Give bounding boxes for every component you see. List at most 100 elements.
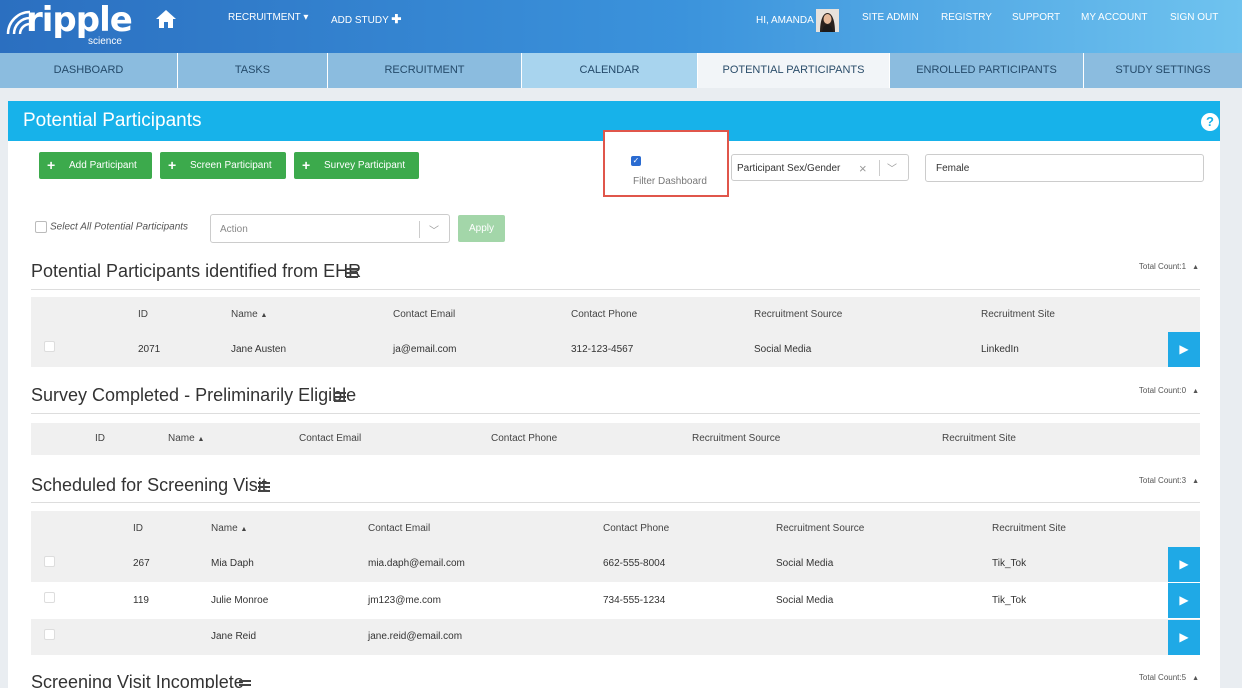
cell-name: Mia Daph <box>211 558 254 569</box>
ripple-logo[interactable]: ripple science <box>4 0 133 48</box>
col-name[interactable]: Name ▲ <box>211 523 247 534</box>
tab-dashboard[interactable]: DASHBOARD <box>0 53 178 88</box>
caret-up-icon: ▲ <box>1192 388 1199 395</box>
total-count[interactable]: Total Count:3 ▲ <box>1139 476 1199 485</box>
col-recruitment-site[interactable]: Recruitment Site <box>942 433 1016 444</box>
cell-email: jane.reid@email.com <box>368 631 463 642</box>
chevron-right-icon[interactable]: ▶ <box>1168 332 1200 367</box>
nav-my-account[interactable]: MY ACCOUNT <box>1081 12 1148 23</box>
home-icon[interactable] <box>154 8 178 30</box>
col-contact-email[interactable]: Contact Email <box>299 433 361 444</box>
nav-registry[interactable]: REGISTRY <box>941 12 992 23</box>
table-row[interactable]: 267 Mia Daph mia.daph@email.com 662-555-… <box>31 546 1200 582</box>
tab-calendar[interactable]: CALENDAR <box>522 53 698 88</box>
table-row[interactable]: 2071 Jane Austen ja@email.com 312-123-45… <box>31 332 1200 367</box>
cell-phone: 734-555-1234 <box>603 595 666 606</box>
tab-enrolled-participants[interactable]: ENROLLED PARTICIPANTS <box>890 53 1084 88</box>
col-recruitment-site[interactable]: Recruitment Site <box>992 523 1066 534</box>
divider <box>31 502 1200 503</box>
avatar[interactable] <box>816 9 839 32</box>
col-contact-phone[interactable]: Contact Phone <box>571 309 637 320</box>
list-icon[interactable] <box>334 392 346 402</box>
total-count[interactable]: Total Count:1 ▲ <box>1139 262 1199 271</box>
clear-icon[interactable]: × <box>859 161 867 176</box>
cell-name: Julie Monroe <box>211 595 269 606</box>
help-icon[interactable]: ? <box>1201 113 1219 131</box>
table-row[interactable]: Jane Reid jane.reid@email.com ▶ <box>31 619 1200 655</box>
col-name-label: Name <box>231 309 258 320</box>
col-recruitment-source[interactable]: Recruitment Source <box>754 309 842 320</box>
tab-potential-participants[interactable]: POTENTIAL PARTICIPANTS <box>698 53 890 88</box>
chevron-down-icon[interactable]: ﹀ <box>887 160 897 175</box>
chevron-right-icon[interactable]: ▶ <box>1168 620 1200 655</box>
filter-dashboard-label: Filter Dashboard <box>633 176 707 187</box>
col-id[interactable]: ID <box>138 309 148 320</box>
row-checkbox[interactable] <box>44 341 55 352</box>
col-contact-email[interactable]: Contact Email <box>368 523 430 534</box>
add-participant-button[interactable]: + Add Participant <box>39 152 152 179</box>
caret-up-icon: ▲ <box>1192 675 1199 682</box>
survey-participant-button[interactable]: + Survey Participant <box>294 152 419 179</box>
chevron-right-icon[interactable]: ▶ <box>1168 583 1200 618</box>
cell-phone: 662-555-8004 <box>603 558 666 569</box>
user-greeting: HI, AMANDA <box>756 15 814 26</box>
nav-sign-out[interactable]: SIGN OUT <box>1170 12 1218 23</box>
col-id[interactable]: ID <box>95 433 105 444</box>
row-checkbox[interactable] <box>44 629 55 640</box>
tab-tasks[interactable]: TASKS <box>178 53 328 88</box>
select-all-checkbox[interactable]: Select All Potential Participants <box>35 221 188 233</box>
cell-email: ja@email.com <box>393 344 457 355</box>
cell-source: Social Media <box>754 344 812 355</box>
col-recruitment-site[interactable]: Recruitment Site <box>981 309 1055 320</box>
cell-source: Social Media <box>776 558 834 569</box>
apply-button[interactable]: Apply <box>458 215 505 242</box>
chevron-right-icon[interactable]: ▶ <box>1168 547 1200 582</box>
total-count[interactable]: Total Count:0 ▲ <box>1139 386 1199 395</box>
caret-up-icon: ▲ <box>1192 478 1199 485</box>
total-count[interactable]: Total Count:5 ▲ <box>1139 673 1199 682</box>
filter-value-text: Female <box>936 163 970 174</box>
col-recruitment-source[interactable]: Recruitment Source <box>776 523 864 534</box>
section-title: Potential Participants identified from E… <box>31 261 362 281</box>
col-name[interactable]: Name ▲ <box>168 433 204 444</box>
nav-recruitment-dropdown[interactable]: RECRUITMENT ▾ <box>228 12 308 23</box>
nav-site-admin[interactable]: SITE ADMIN <box>862 12 919 23</box>
checkbox-icon <box>35 221 47 233</box>
sort-up-icon: ▲ <box>197 436 205 443</box>
select-divider <box>419 221 420 238</box>
filter-dashboard-box: ✓ Filter Dashboard <box>603 130 729 197</box>
filter-dashboard-checkbox[interactable]: ✓ <box>631 156 641 166</box>
nav-add-study[interactable]: ADD STUDY ✚ <box>331 12 401 26</box>
screen-participant-button[interactable]: + Screen Participant <box>160 152 286 179</box>
cell-id: 119 <box>133 595 149 606</box>
col-recruitment-source[interactable]: Recruitment Source <box>692 433 780 444</box>
row-checkbox[interactable] <box>44 556 55 567</box>
list-icon[interactable] <box>239 680 251 688</box>
select-all-label: Select All Potential Participants <box>50 221 189 233</box>
col-contact-email[interactable]: Contact Email <box>393 309 455 320</box>
top-navigation-bar: ripple science RECRUITMENT ▾ ADD STUDY ✚… <box>0 0 1242 53</box>
col-name-label: Name <box>211 523 238 534</box>
col-contact-phone[interactable]: Contact Phone <box>491 433 557 444</box>
action-select[interactable]: Action ﹀ <box>210 214 450 243</box>
col-contact-phone[interactable]: Contact Phone <box>603 523 669 534</box>
list-icon[interactable] <box>346 268 358 278</box>
tab-study-settings[interactable]: STUDY SETTINGS <box>1084 53 1242 88</box>
section-title: Scheduled for Screening Visit <box>31 475 267 495</box>
list-icon[interactable] <box>258 482 270 492</box>
col-id[interactable]: ID <box>133 523 143 534</box>
nav-support[interactable]: SUPPORT <box>1012 12 1060 23</box>
filter-field-select[interactable]: Participant Sex/Gender × ﹀ <box>731 154 909 181</box>
screen-participant-label: Screen Participant <box>190 160 272 171</box>
row-checkbox[interactable] <box>44 592 55 603</box>
filter-value-select[interactable]: Female <box>925 154 1204 182</box>
sort-up-icon: ▲ <box>260 312 268 319</box>
col-name[interactable]: Name ▲ <box>231 309 267 320</box>
plus-icon: ✚ <box>391 12 402 26</box>
table-row[interactable]: 119 Julie Monroe jm123@me.com 734-555-12… <box>31 582 1200 619</box>
cell-site: Tik_Tok <box>992 595 1027 606</box>
brand-sub: science <box>88 36 122 47</box>
tab-recruitment[interactable]: RECRUITMENT <box>328 53 522 88</box>
survey-participant-label: Survey Participant <box>324 160 406 171</box>
user-avatar-icon <box>816 9 839 32</box>
